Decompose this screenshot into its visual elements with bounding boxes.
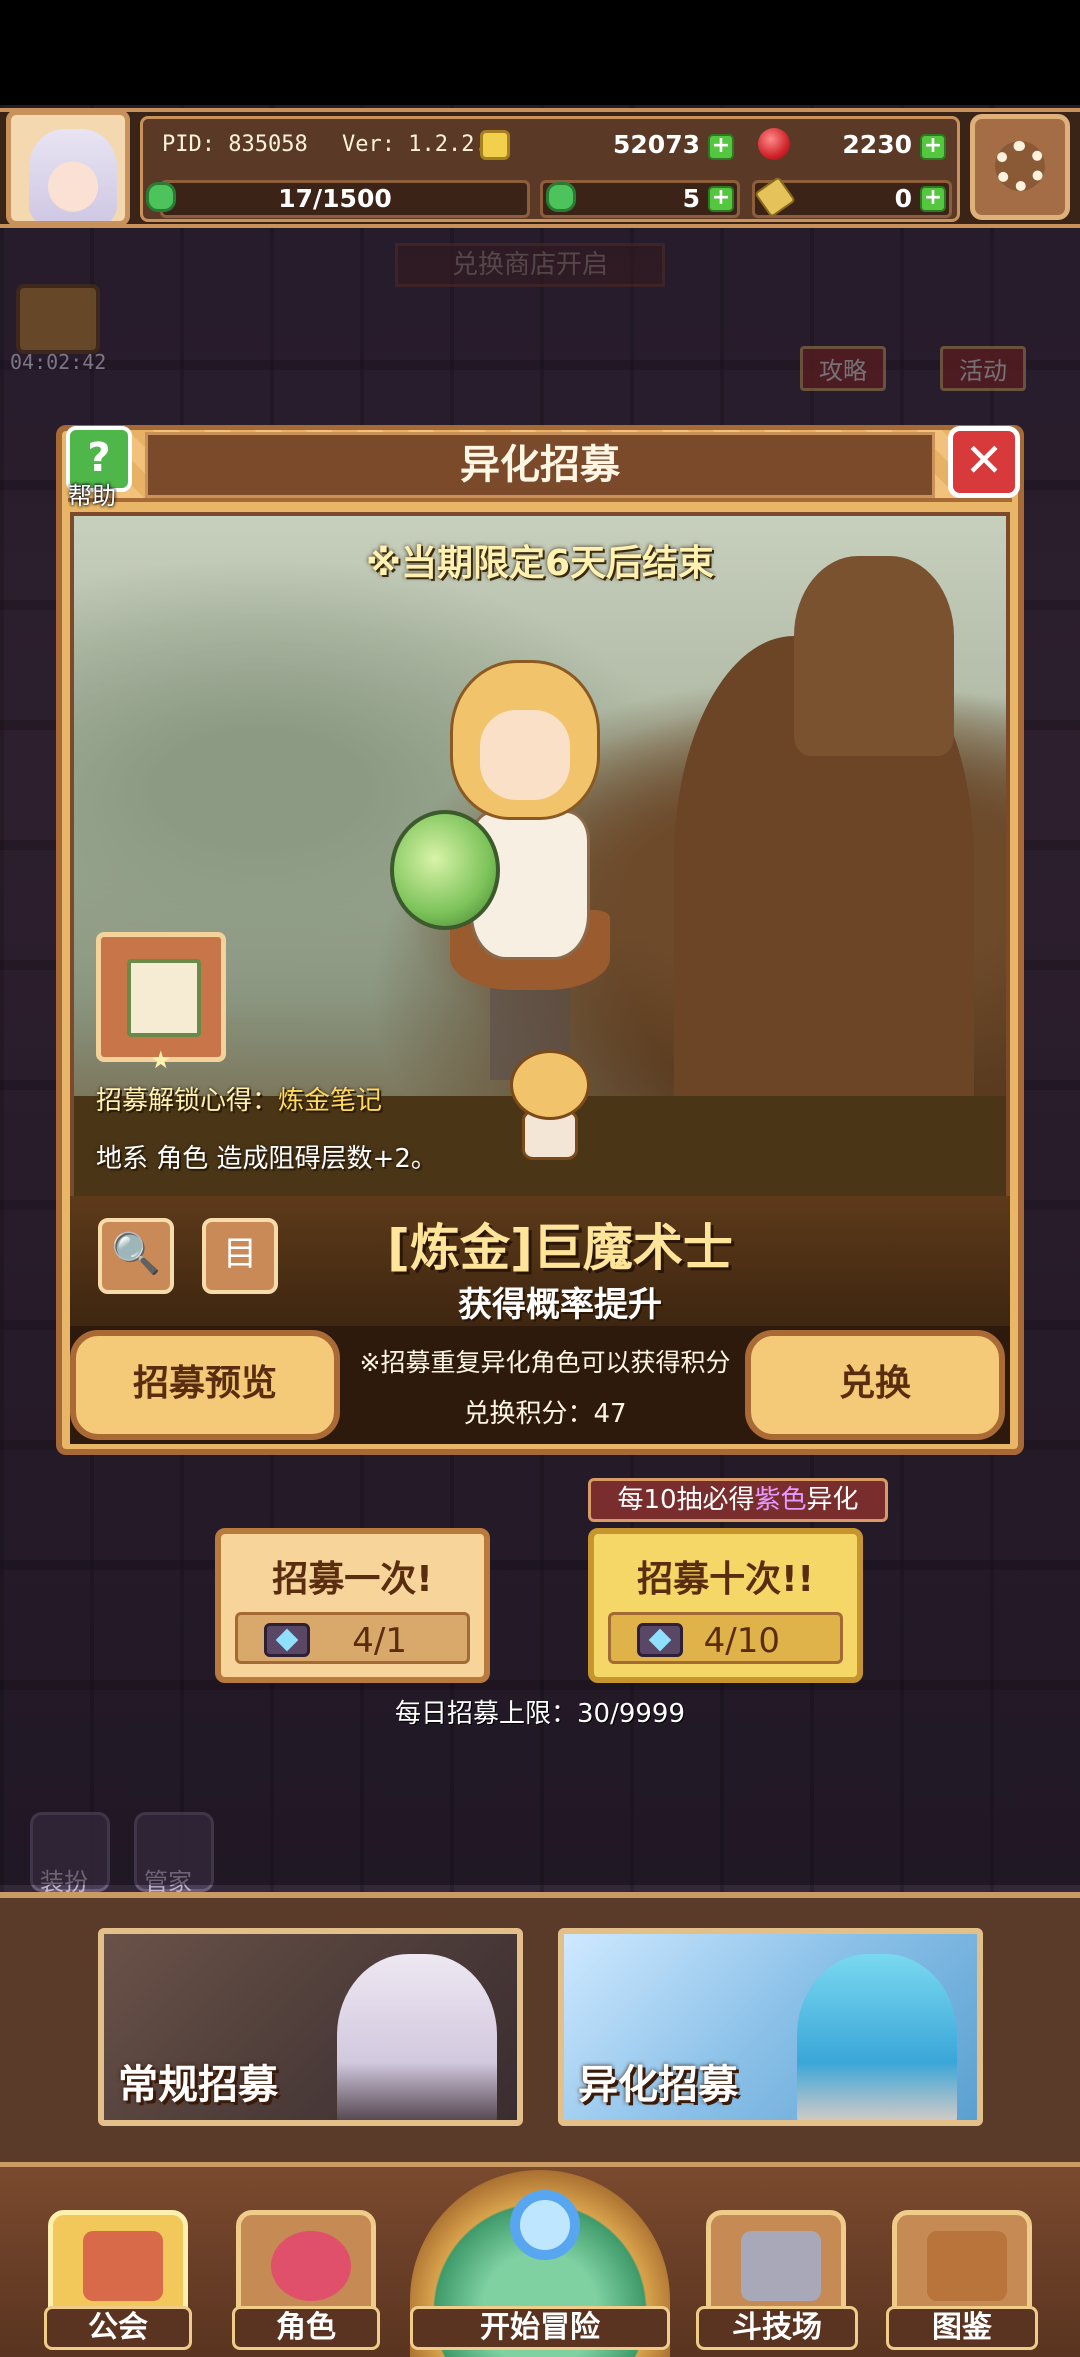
character-icon — [271, 2231, 351, 2301]
close-button[interactable]: ✕ — [948, 426, 1020, 498]
chibi-character — [500, 1040, 600, 1170]
gold-coin-icon — [480, 130, 510, 160]
rate-up-label: 获得概率提升 — [458, 1285, 662, 1325]
hero-face — [480, 710, 570, 800]
effect-description: 地系 角色 造成阻碍层数+2。 — [96, 1144, 437, 1174]
nav-guild-label: 公会 — [44, 2306, 192, 2350]
game-version: Ver: 1.2.2.5 — [342, 132, 501, 157]
alchemy-notes-card[interactable] — [96, 932, 226, 1062]
tree-branch — [794, 556, 954, 756]
duplicate-points-note: ※招募重复异化角色可以获得积分 — [359, 1348, 731, 1377]
tab-alien-label: 异化招募 — [578, 2062, 738, 2108]
exchange-points: 兑换积分：47 — [463, 1399, 627, 1429]
help-label: 帮助 — [68, 482, 116, 510]
featured-character-name: [炼金]巨魔术士 — [387, 1219, 733, 1277]
limited-time-notice: ※当期限定6天后结束 — [365, 543, 715, 584]
unlock-label: 招募解锁心得： — [96, 1086, 279, 1116]
tab-normal-recruit[interactable]: 常规招募 — [98, 1928, 523, 2126]
gear-icon — [995, 141, 1045, 191]
unlock-value: 炼金笔记 — [278, 1086, 383, 1116]
nav-codex-label: 图鉴 — [886, 2306, 1038, 2350]
settings-button[interactable] — [970, 114, 1070, 220]
recruit-once-button[interactable]: 招募一次! 4/1 — [215, 1528, 490, 1683]
add-key-button[interactable]: + — [920, 186, 946, 212]
nav-character-label: 角色 — [232, 2306, 380, 2350]
stamina-clover-icon — [146, 182, 176, 212]
stamina-value: 17/1500 — [278, 184, 392, 213]
key-amount: 0 — [894, 184, 912, 213]
search-button[interactable]: 🔍 — [98, 1218, 174, 1294]
recruit-preview-button[interactable]: 招募预览 — [70, 1330, 340, 1440]
recruit-once-cost-value: 4/1 — [352, 1621, 407, 1661]
player-avatar[interactable] — [6, 110, 130, 226]
add-ruby-button[interactable]: + — [920, 134, 946, 160]
unlock-info: 招募解锁心得：炼金笔记 — [96, 1080, 382, 1117]
add-gold-button[interactable]: + — [708, 134, 734, 160]
chibi-head — [510, 1050, 590, 1120]
clover-amount: 5 — [682, 184, 700, 213]
clover-icon — [546, 182, 576, 212]
recruit-ten-button[interactable]: 招募十次!! 4/10 — [588, 1528, 863, 1683]
normal-recruit-portrait — [337, 1954, 497, 2120]
nav-arena-label: 斗技场 — [696, 2306, 858, 2350]
recruit-ten-label: 招募十次!! — [637, 1559, 814, 1600]
dialog-title: 异化招募 — [460, 442, 620, 488]
gem-ticket-icon — [637, 1623, 683, 1657]
star-icon: ★ — [150, 1046, 172, 1074]
ruby-amount: 2230 — [842, 130, 912, 159]
recruit-once-cost: 4/1 — [235, 1612, 470, 1664]
player-id: PID: 835058 — [162, 132, 308, 157]
guarantee-suffix: 异化 — [806, 1485, 859, 1515]
recruit-once-label: 招募一次! — [272, 1559, 433, 1600]
recruit-ten-cost: 4/10 — [608, 1612, 843, 1664]
codex-book-icon — [927, 2231, 1007, 2301]
recruit-ten-cost-value: 4/10 — [703, 1621, 780, 1661]
nav-adventure-label: 开始冒险 — [410, 2306, 670, 2350]
guarantee-highlight: 紫色 — [754, 1485, 807, 1515]
add-clover-button[interactable]: + — [708, 186, 734, 212]
alien-recruit-portrait — [797, 1954, 957, 2120]
guild-icon — [83, 2231, 163, 2301]
daily-recruit-limit: 每日招募上限：30/9999 — [394, 1699, 685, 1729]
exchange-button[interactable]: 兑换 — [745, 1330, 1005, 1440]
guarantee-prefix: 每10抽必得 — [617, 1485, 755, 1515]
crossed-swords-icon — [741, 2231, 821, 2301]
book-icon — [127, 959, 201, 1037]
guarantee-banner: 每10抽必得紫色异化 — [588, 1478, 888, 1522]
potion-flask — [390, 810, 500, 930]
tab-normal-label: 常规招募 — [118, 2062, 278, 2108]
featured-character-art — [390, 640, 650, 1080]
gold-amount: 52073 — [613, 130, 700, 159]
list-button[interactable]: 目 — [202, 1218, 278, 1294]
gem-ticket-icon — [264, 1623, 310, 1657]
magnifier-icon — [510, 2190, 580, 2260]
avatar-portrait — [29, 129, 117, 221]
ruby-icon — [758, 128, 790, 160]
tab-alien-recruit[interactable]: 异化招募 — [558, 1928, 983, 2126]
